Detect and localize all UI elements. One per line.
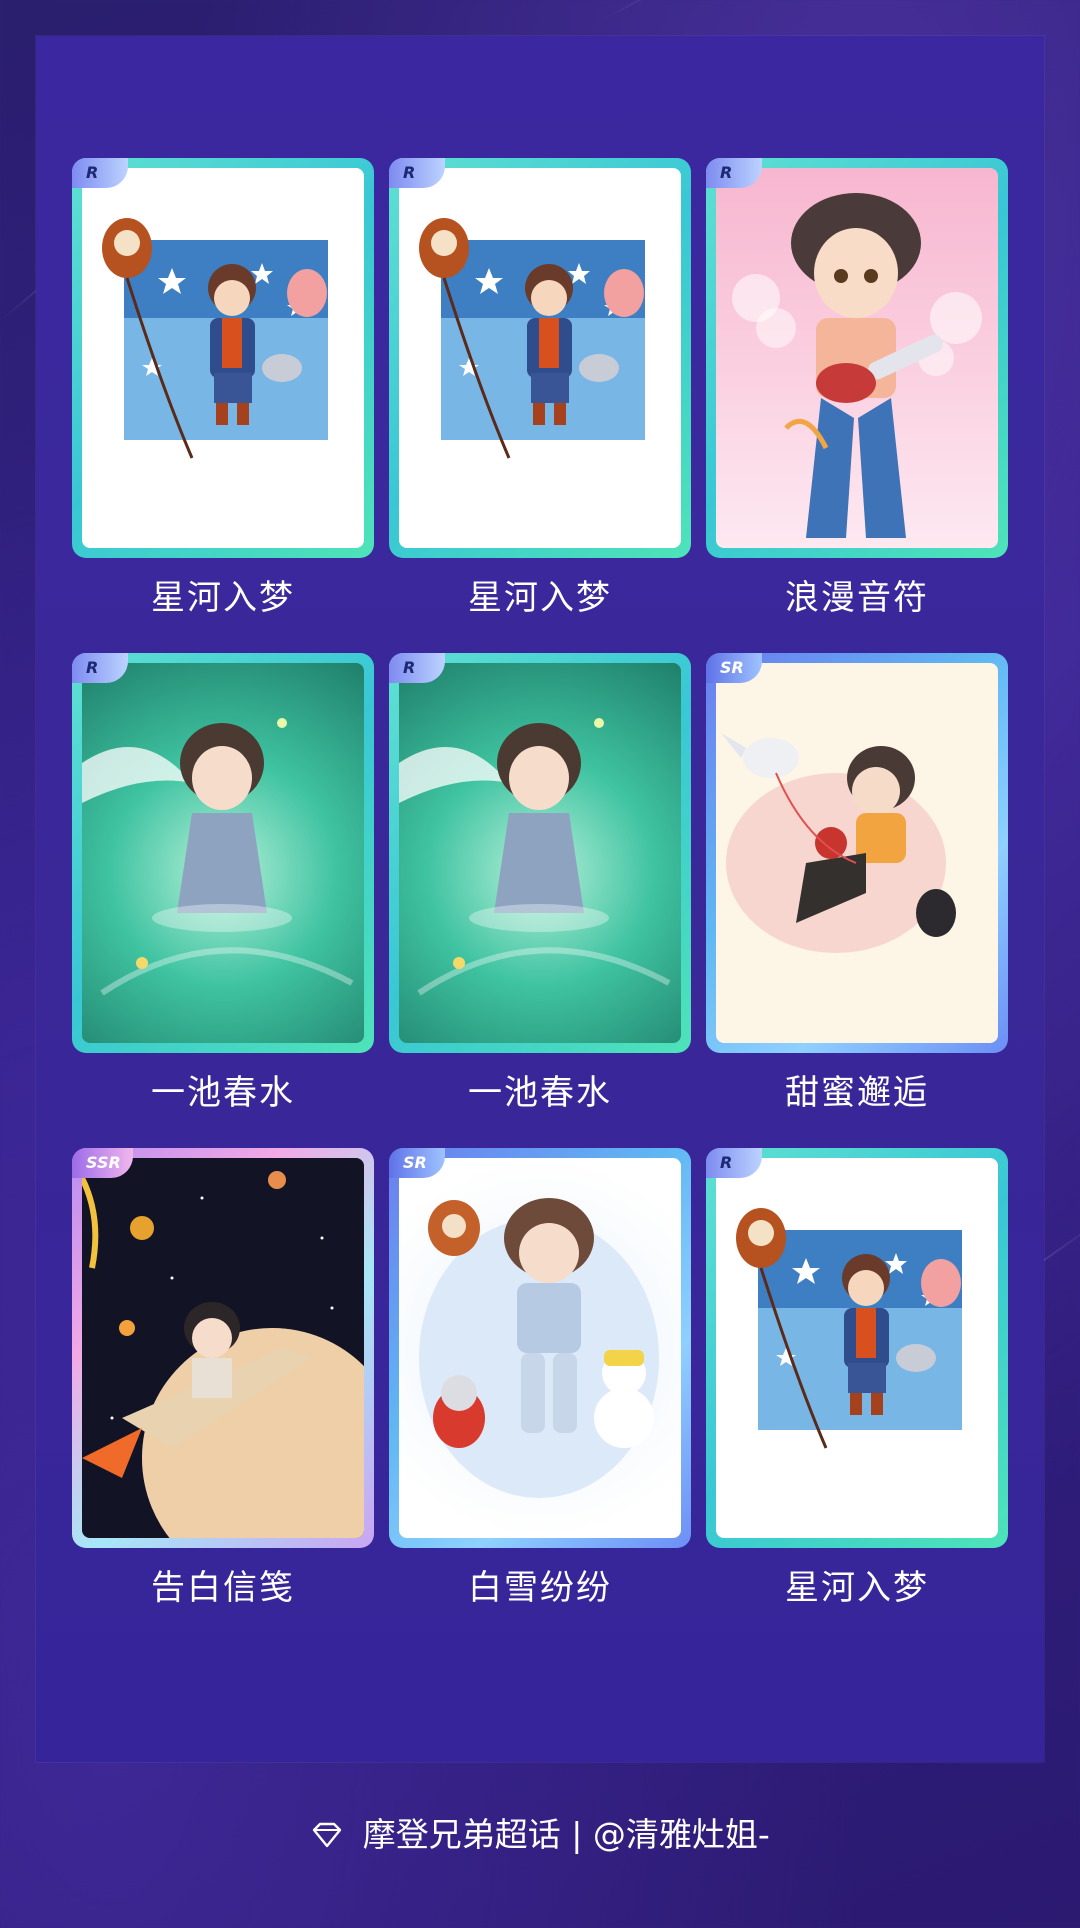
card-panel: R 星河入梦 R 星河入梦 R 浪漫音符 R 一池春水 R 一池春水 SR 甜蜜… — [36, 36, 1044, 1762]
card-art-sweet — [716, 663, 998, 1043]
card-art-snow — [399, 1158, 681, 1538]
card-frame-r[interactable]: R — [706, 158, 1008, 558]
card-title: 一池春水 — [468, 1073, 612, 1113]
guitar-illustration — [732, 193, 982, 538]
card-cell[interactable]: R 一池春水 — [72, 653, 374, 1148]
card-cell[interactable]: R 星河入梦 — [72, 158, 374, 653]
card-title: 星河入梦 — [151, 578, 295, 618]
card-frame-r[interactable]: R — [389, 653, 691, 1053]
rarity-badge: SSR — [72, 1148, 133, 1178]
card-title: 星河入梦 — [468, 578, 612, 618]
card-art-star-river — [716, 1158, 998, 1538]
card-art-star-river — [399, 168, 681, 548]
card-art-star-river — [82, 168, 364, 548]
star-river-illustration — [102, 218, 328, 459]
footer-text: 摩登兄弟超话 | @清雅灶姐- — [362, 1815, 770, 1854]
card-frame-ssr[interactable]: SSR — [72, 1148, 374, 1548]
star-river-illustration — [419, 218, 645, 459]
card-title: 星河入梦 — [785, 1568, 929, 1608]
card-art-spring-water — [82, 663, 364, 1043]
card-frame-sr[interactable]: SR — [706, 653, 1008, 1053]
snow-illustration — [419, 1198, 659, 1498]
footer-watermark: 摩登兄弟超话 | @清雅灶姐- — [0, 1808, 1080, 1856]
card-cell[interactable]: SR 甜蜜邂逅 — [706, 653, 1008, 1148]
spring-water-illustration — [399, 718, 671, 996]
gem-icon — [310, 1817, 344, 1856]
spring-water-illustration — [82, 718, 354, 996]
card-cell[interactable]: R 星河入梦 — [389, 158, 691, 653]
card-title: 浪漫音符 — [785, 578, 929, 618]
card-title: 一池春水 — [151, 1073, 295, 1113]
sweet-illustration — [721, 733, 956, 953]
card-art-space — [82, 1158, 364, 1538]
card-frame-r[interactable]: R — [72, 653, 374, 1053]
card-title: 告白信笺 — [151, 1568, 295, 1608]
light-streak — [599, 0, 1060, 22]
star-river-illustration — [736, 1208, 962, 1449]
card-grid: R 星河入梦 R 星河入梦 R 浪漫音符 R 一池春水 R 一池春水 SR 甜蜜… — [72, 158, 1008, 1643]
card-frame-r[interactable]: R — [72, 158, 374, 558]
card-frame-r[interactable]: R — [706, 1148, 1008, 1548]
card-cell[interactable]: R 星河入梦 — [706, 1148, 1008, 1643]
card-cell[interactable]: SSR 告白信笺 — [72, 1148, 374, 1643]
card-cell[interactable]: SR 白雪纷纷 — [389, 1148, 691, 1643]
card-cell[interactable]: R 一池春水 — [389, 653, 691, 1148]
card-art-guitar — [716, 168, 998, 548]
card-title: 甜蜜邂逅 — [785, 1073, 929, 1113]
card-cell[interactable]: R 浪漫音符 — [706, 158, 1008, 653]
card-art-spring-water — [399, 663, 681, 1043]
card-frame-r[interactable]: R — [389, 158, 691, 558]
space-illustration — [82, 1171, 364, 1538]
card-frame-sr[interactable]: SR — [389, 1148, 691, 1548]
card-title: 白雪纷纷 — [468, 1568, 612, 1608]
